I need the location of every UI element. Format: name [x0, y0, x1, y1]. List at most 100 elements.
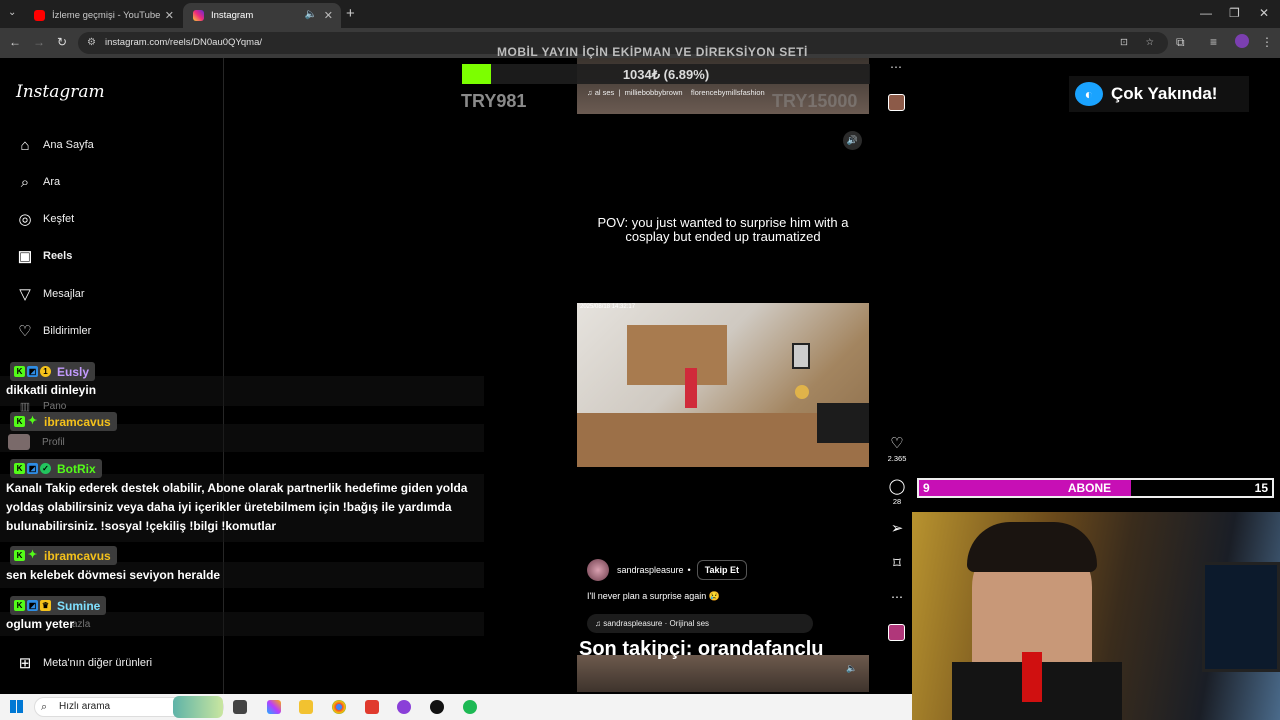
spotify-icon[interactable] — [463, 700, 477, 714]
tab-list-icon[interactable]: ⌄ — [8, 7, 16, 18]
webcam-feed — [912, 512, 1280, 720]
onlyfans-logo: ◐ — [1075, 82, 1103, 106]
windows-start-icon[interactable] — [10, 700, 23, 713]
task-view-icon[interactable] — [233, 700, 247, 714]
sub-badge-icon: ◩ — [27, 463, 38, 474]
file-explorer-icon[interactable] — [299, 700, 313, 714]
restore-button[interactable]: ❐ — [1229, 6, 1240, 20]
install-icon[interactable]: ⊡ — [1120, 32, 1128, 54]
sparkle-badge-icon: ✦ — [27, 549, 38, 561]
close-window-button[interactable]: ✕ — [1259, 6, 1269, 20]
app-icon[interactable] — [397, 700, 411, 714]
separator-dot: • — [687, 565, 691, 575]
reel-video-frame[interactable]: 2025/08/18 14:32:17 — [577, 303, 869, 467]
menu-icon[interactable]: ⋮ — [1261, 35, 1273, 49]
search-icon: ⌕ — [41, 701, 48, 713]
chat-message: oglum yeter — [6, 617, 75, 631]
goal-target-amount: TRY15000 — [772, 91, 858, 111]
sidebar-item-home[interactable]: ⌂ Ana Sayfa — [16, 136, 93, 154]
chat-username: ibramcavus — [44, 548, 111, 563]
sidebar-item-notifications[interactable]: ♡ Bildirimler — [16, 322, 91, 340]
tab-youtube[interactable]: İzleme geçmişi - YouTube ✕ — [24, 3, 182, 28]
kitchen-cabinets — [627, 325, 727, 385]
profile-avatar[interactable] — [1235, 34, 1249, 48]
send-icon: ➢ — [890, 520, 904, 537]
mute-icon[interactable]: 🔈 — [846, 663, 857, 674]
chat-username: Eusly — [57, 364, 90, 379]
compass-icon: ◎ — [18, 211, 32, 228]
sidebar-item-search[interactable]: ⌕ Ara — [16, 173, 60, 191]
wps-office-icon[interactable] — [365, 700, 379, 714]
sidebar-item-messages[interactable]: ▽ Mesajlar — [16, 285, 84, 303]
browser-tab-bar: ⌄ İzleme geçmişi - YouTube ✕ Instagram 🔈… — [0, 0, 1280, 28]
sidebar-item-profile[interactable]: Profil — [8, 434, 65, 450]
save-button[interactable]: ⌑ — [884, 554, 910, 573]
coming-soon-badge: ◐ Çok Yakında! — [1069, 76, 1249, 112]
copilot-icon[interactable] — [267, 700, 281, 714]
donation-goal-text: 1034₺ (6.89%) — [622, 67, 710, 82]
sub-badge-icon: ◩ — [27, 366, 38, 377]
coming-soon-text: Çok Yakında! — [1111, 84, 1218, 103]
instagram-logo[interactable]: Instagram — [16, 82, 105, 102]
subscriber-label: ABONE — [1067, 481, 1112, 495]
sidebar-more-label[interactable]: azla — [72, 619, 90, 630]
like-button[interactable]: ♡ 2.365 — [884, 434, 910, 463]
heart-icon: ♡ — [18, 323, 32, 340]
more-options-icon[interactable]: ⋯ — [890, 60, 902, 74]
obs-icon[interactable] — [430, 700, 444, 714]
like-count: 2.365 — [887, 454, 907, 463]
home-icon: ⌂ — [20, 136, 30, 154]
mute-icon[interactable]: 🔊 — [843, 131, 862, 150]
youtube-icon — [34, 10, 45, 21]
sidebar-item-label: Profil — [42, 436, 65, 448]
kick-badge-icon: K — [14, 366, 25, 377]
chat-username-badge: K ◩ 1 Eusly — [10, 362, 96, 381]
forward-icon[interactable]: → — [33, 35, 45, 49]
comment-icon: ◯ — [888, 478, 906, 495]
speaker-icon[interactable]: 🔈 — [305, 9, 317, 20]
taskbar-search[interactable]: ⌕ Hızlı arama — [34, 696, 224, 718]
new-tab-button[interactable]: + — [346, 5, 355, 22]
chrome-icon[interactable] — [332, 700, 346, 714]
search-placeholder: Hızlı arama — [59, 701, 111, 712]
avatar — [8, 434, 30, 450]
audio-thumbnail[interactable] — [888, 624, 905, 641]
avatar[interactable] — [587, 559, 609, 581]
sidebar-item-meta[interactable]: ⊞ Meta'nın diğer ürünleri — [16, 654, 152, 672]
bookmark-star-icon[interactable]: ☆ — [1145, 32, 1154, 54]
close-icon[interactable]: ✕ — [324, 9, 333, 22]
audio-thumbnail[interactable] — [888, 94, 905, 111]
site-info-icon[interactable]: ⚙ — [87, 32, 96, 54]
tab-instagram[interactable]: Instagram 🔈 ✕ — [183, 3, 341, 28]
camera-timestamp: 2025/08/18 14:32:17 — [580, 304, 636, 310]
streamer-hair — [967, 522, 1097, 572]
share-button[interactable]: ➢ — [884, 519, 910, 538]
reel-author-row: sandraspleasure • Takip Et — [587, 559, 748, 581]
chat-message: sen kelebek dövmesi seviyon heralde — [6, 568, 221, 582]
more-button[interactable]: ⋯ — [884, 588, 910, 606]
author-username[interactable]: sandraspleasure — [617, 565, 684, 575]
kick-badge-icon: K — [14, 600, 25, 611]
sofa — [817, 403, 869, 443]
extensions-icon[interactable]: ⧉ — [1176, 35, 1185, 50]
kick-badge-icon: K — [14, 416, 25, 427]
sidebar-item-label: Meta'nın diğer ürünleri — [43, 657, 153, 669]
back-icon[interactable]: ← — [9, 35, 21, 49]
reload-icon[interactable]: ↻ — [57, 35, 67, 49]
wall-frame — [792, 343, 810, 369]
audio-pill[interactable]: ♫ sandraspleasure · Orijinal ses — [587, 614, 813, 633]
goal-start-amount: TRY981 — [461, 91, 527, 111]
donation-goal-title: MOBİL YAYIN İÇİN EKİPMAN VE DİREKSİYON S… — [497, 45, 808, 59]
level-badge-icon: 1 — [40, 366, 51, 377]
sidebar-item-reels[interactable]: ▣ Reels — [16, 247, 72, 265]
comment-button[interactable]: ◯ 28 — [884, 477, 910, 506]
close-icon[interactable]: ✕ — [165, 9, 174, 22]
sidebar-item-explore[interactable]: ◎ Keşfet — [16, 210, 74, 228]
chat-username-badge: K ✦ ibramcavus — [10, 412, 117, 431]
music-icon: ♫ — [595, 619, 604, 628]
minimize-button[interactable]: — — [1200, 6, 1212, 20]
tab-title: İzleme geçmişi - YouTube — [52, 10, 161, 21]
follow-button[interactable]: Takip Et — [696, 560, 748, 580]
reading-list-icon[interactable]: ≡ — [1210, 35, 1217, 49]
microphone — [1022, 652, 1042, 702]
